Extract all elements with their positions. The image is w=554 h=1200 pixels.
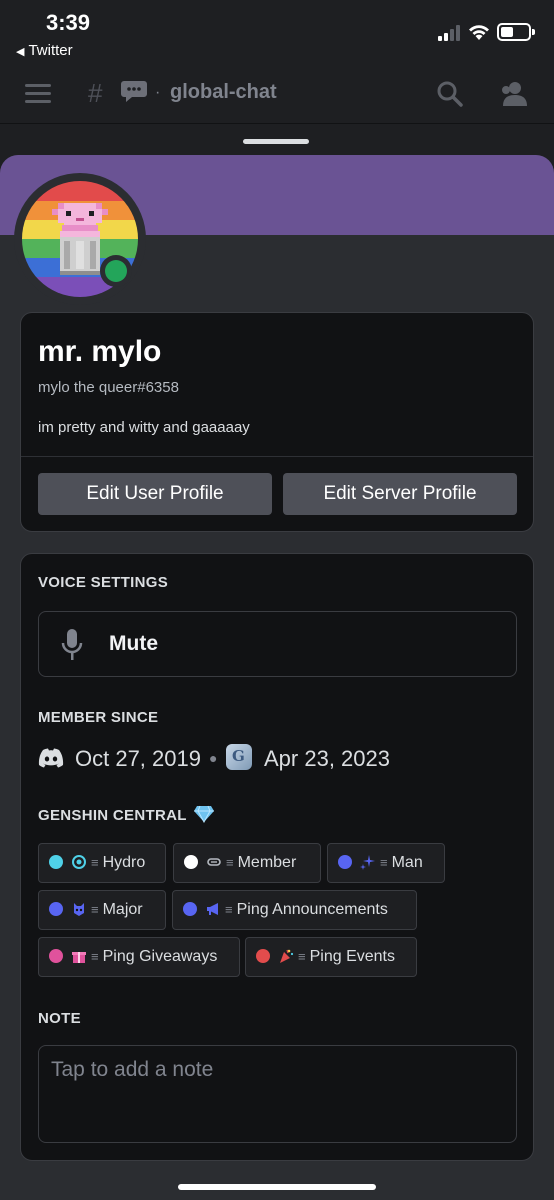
role-separator: ≡	[91, 949, 99, 964]
info-card: VOICE SETTINGS Mute MEMBER SINCE Oct 27,…	[20, 553, 534, 1161]
role-chip-ping-giveaways[interactable]: ≡ Ping Giveaways	[38, 937, 240, 977]
major-icon	[74, 903, 84, 916]
online-status-icon	[100, 255, 132, 287]
back-app-label: Twitter	[28, 42, 73, 59]
mute-button[interactable]: Mute	[38, 611, 517, 677]
role-separator: ≡	[225, 902, 233, 917]
server-name: GENSHIN CENTRAL	[38, 807, 187, 824]
role-separator: ≡	[91, 902, 99, 917]
voice-settings-heading: VOICE SETTINGS	[38, 574, 169, 591]
role-color-dot	[49, 949, 63, 963]
note-placeholder: Tap to add a note	[51, 1058, 214, 1081]
discord-member-since: Oct 27, 2019	[75, 746, 201, 771]
role-name: Man	[391, 854, 423, 871]
role-chip-man[interactable]: ≡ Man	[327, 843, 445, 883]
home-indicator[interactable]	[178, 1184, 376, 1190]
role-name: Hydro	[102, 854, 146, 871]
role-name: Member	[237, 854, 297, 871]
profile-sheet: mr. mylo mylo the queer#6358 im pretty a…	[0, 155, 554, 1200]
hydro-icon	[72, 855, 86, 869]
profile-card: mr. mylo mylo the queer#6358 im pretty a…	[20, 312, 534, 532]
gift-icon	[72, 952, 86, 963]
role-chip-member[interactable]: ≡ Member	[173, 843, 321, 883]
server-icon: G	[226, 744, 252, 770]
role-chip-ping-events[interactable]: ≡ Ping Events	[245, 937, 417, 977]
sheet-grab-handle[interactable]	[243, 139, 309, 144]
note-heading: NOTE	[38, 1010, 81, 1027]
party-icon	[280, 949, 294, 963]
role-chip-hydro[interactable]: ≡ Hydro	[38, 843, 166, 883]
display-name: mr. mylo	[38, 335, 162, 368]
role-color-dot	[49, 902, 63, 916]
note-input[interactable]: Tap to add a note	[38, 1045, 517, 1143]
separator-dot: ·	[155, 84, 161, 101]
sparkle-icon	[360, 855, 375, 870]
member-icon	[207, 858, 221, 866]
members-icon[interactable]	[498, 80, 528, 108]
role-separator: ≡	[91, 855, 99, 870]
edit-user-profile-button[interactable]: Edit User Profile	[38, 473, 272, 515]
gem-icon	[193, 805, 214, 823]
role-separator: ≡	[298, 949, 306, 964]
back-to-app-link[interactable]: ◀ Twitter	[16, 42, 73, 59]
role-color-dot	[184, 855, 198, 869]
channel-header: # · global-chat	[0, 70, 554, 124]
server-member-since: Apr 23, 2023	[264, 746, 390, 771]
role-name: Ping Giveaways	[102, 948, 218, 965]
role-color-dot	[338, 855, 352, 869]
edit-server-profile-button[interactable]: Edit Server Profile	[283, 473, 517, 515]
separator-dot: ●	[209, 750, 218, 766]
megaphone-icon	[207, 903, 218, 915]
divider	[21, 456, 533, 457]
cellular-signal-icon	[438, 25, 460, 41]
discord-icon	[38, 748, 64, 768]
back-triangle-icon: ◀	[16, 46, 25, 58]
role-color-dot	[256, 949, 270, 963]
member-since-row: Oct 27, 2019 ● G Apr 23, 2023	[38, 744, 518, 778]
bio: im pretty and witty and gaaaaay	[38, 419, 250, 436]
wifi-icon	[469, 25, 489, 40]
role-color-dot	[183, 902, 197, 916]
role-chip-ping-announcements[interactable]: ≡ Ping Announcements	[172, 890, 417, 930]
role-separator: ≡	[380, 855, 388, 870]
speech-bubble-icon	[121, 81, 147, 102]
role-name: Ping Announcements	[236, 901, 388, 918]
role-chip-major[interactable]: ≡ Major	[38, 890, 166, 930]
member-since-heading: MEMBER SINCE	[38, 709, 159, 726]
battery-icon	[497, 23, 535, 41]
server-roles-heading: GENSHIN CENTRAL	[38, 805, 215, 824]
microphone-icon	[61, 629, 83, 660]
mute-label: Mute	[109, 632, 158, 655]
channel-name[interactable]: global-chat	[170, 81, 277, 104]
menu-icon[interactable]	[25, 84, 51, 104]
role-name: Major	[102, 901, 143, 918]
status-bar: 3:39 ◀ Twitter	[0, 0, 554, 70]
role-name: Ping Events	[309, 948, 395, 965]
role-color-dot	[49, 855, 63, 869]
clock: 3:39	[46, 10, 91, 35]
hash-icon: #	[88, 78, 103, 108]
role-separator: ≡	[226, 855, 234, 870]
avatar[interactable]	[14, 173, 146, 305]
search-icon[interactable]	[436, 80, 464, 108]
username[interactable]: mylo the queer#6358	[38, 379, 179, 396]
